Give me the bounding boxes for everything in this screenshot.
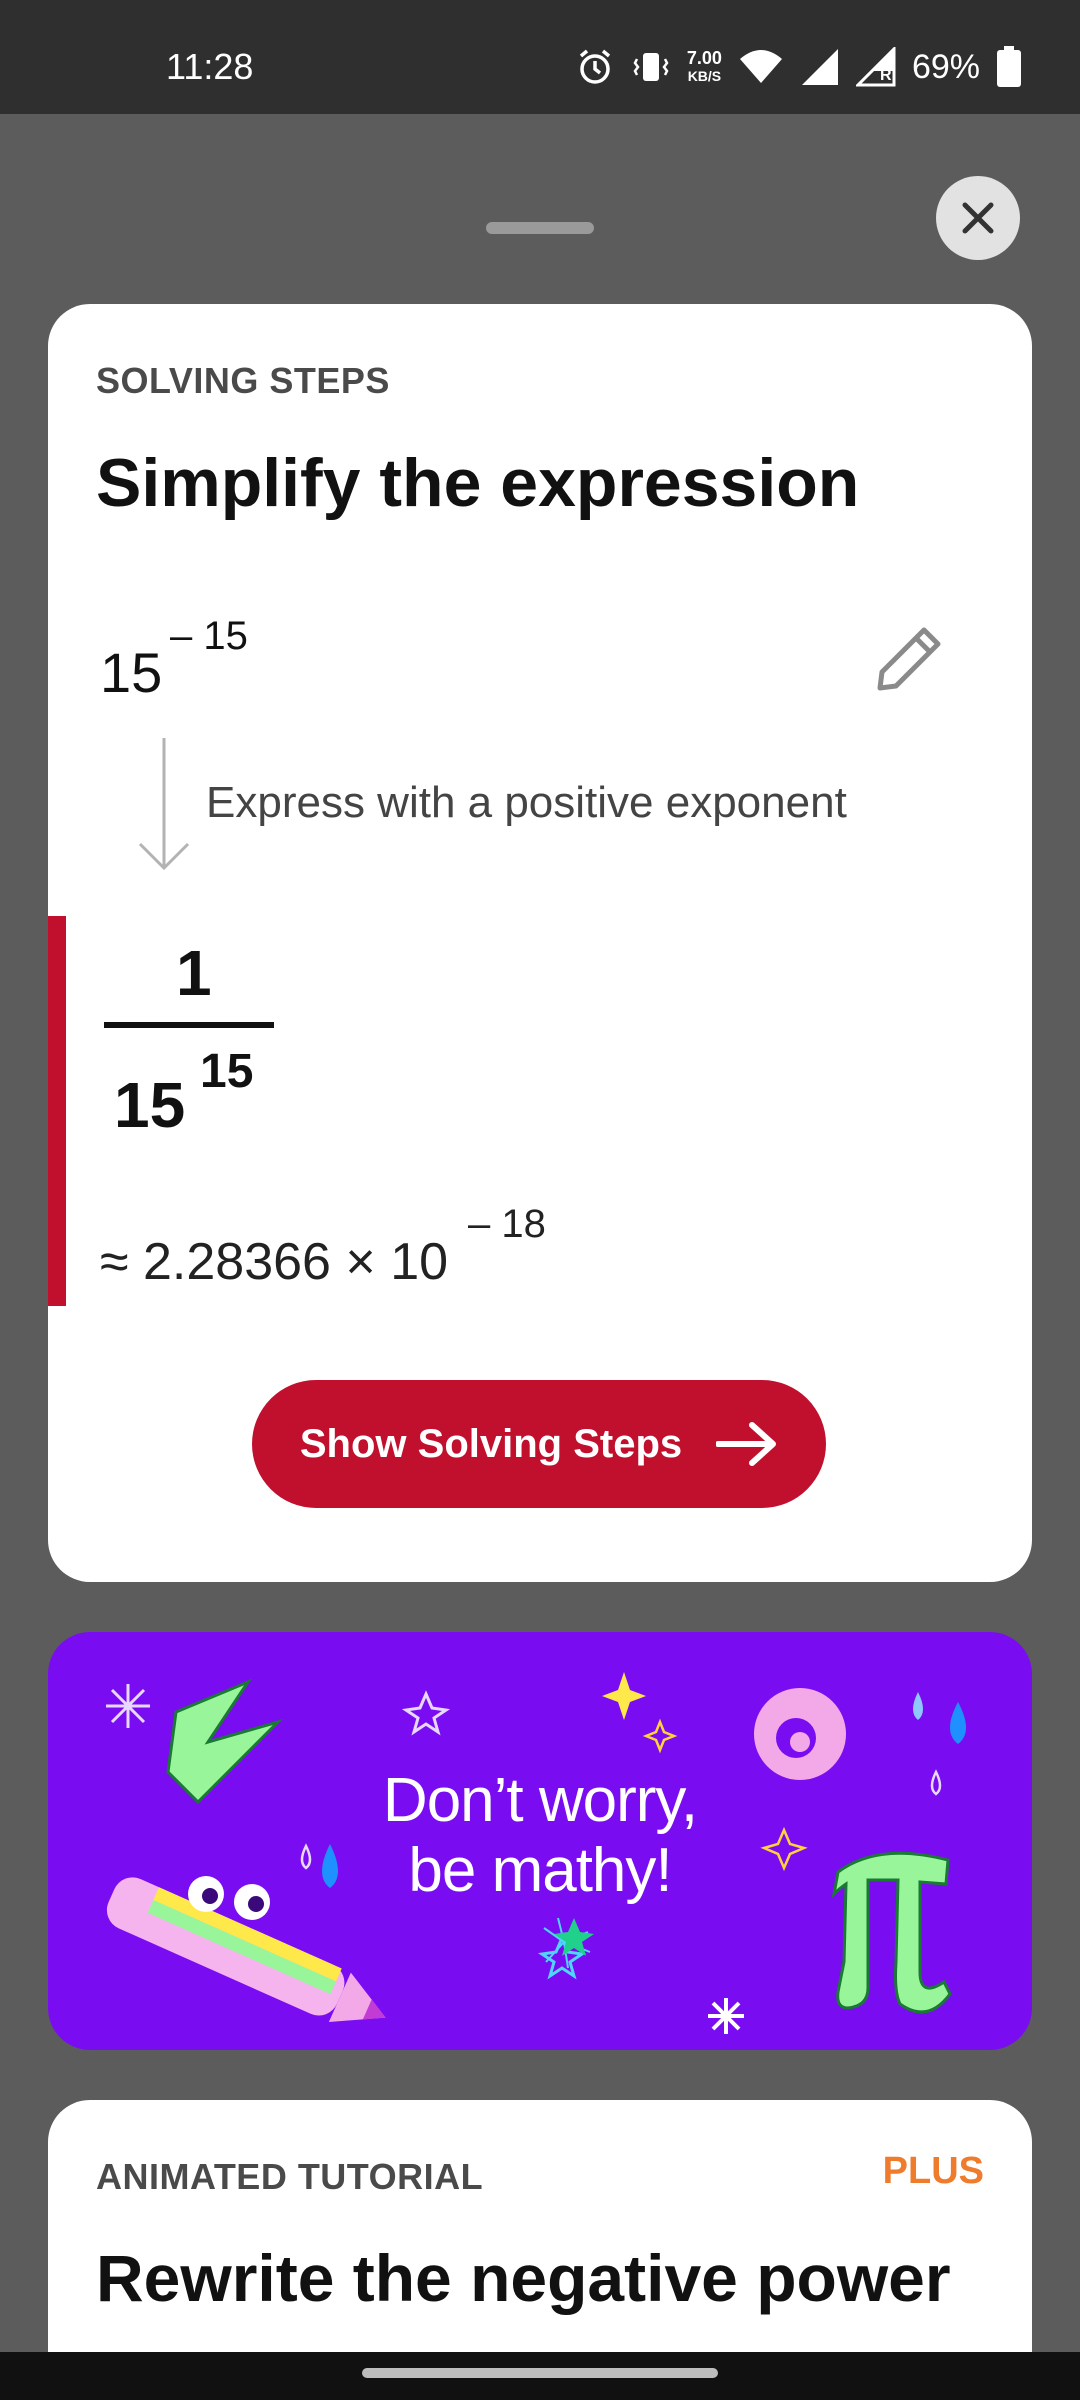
arrow-right-icon [716, 1422, 777, 1466]
approximation-exponent: – 18 [468, 1202, 546, 1246]
close-icon [962, 202, 994, 234]
expression-base: 15 [100, 641, 163, 704]
approximation: ≈ 2.28366 × 10 [100, 1233, 449, 1291]
promo-banner[interactable]: Don’t worry, be mathy! [48, 1632, 1032, 2050]
step-arrow-icon [136, 736, 192, 881]
card-title: Simplify the expression [96, 445, 860, 521]
signal-icon [800, 47, 840, 87]
promo-text: Don’t worry, be mathy! [48, 1766, 1032, 1906]
solving-steps-eyebrow: SOLVING STEPS [96, 360, 390, 401]
signal-roaming-icon: R [855, 47, 896, 87]
status-icons: 7.00 KB/S R 69% [575, 46, 1022, 88]
battery-percent: 69% [911, 47, 980, 86]
home-gesture-handle[interactable] [362, 2368, 718, 2378]
alarm-icon [575, 47, 615, 87]
step-description: Express with a positive exponent [206, 778, 847, 827]
vibrate-icon [631, 47, 671, 87]
network-speed-unit: KB/S [687, 68, 722, 84]
promo-line-1: Don’t worry, [382, 1766, 698, 1835]
result-base: 15 [114, 1069, 186, 1141]
status-time: 11:28 [166, 46, 254, 87]
battery-icon [996, 46, 1022, 88]
close-button[interactable] [936, 176, 1020, 260]
status-bar: 11:28 7.00 KB/S R 69% [0, 0, 1080, 114]
tutorial-eyebrow: ANIMATED TUTORIAL [96, 2156, 484, 2197]
wifi-icon [738, 47, 784, 87]
roaming-label: R [879, 67, 892, 84]
expression-exponent: – 15 [170, 614, 248, 658]
network-speed-value: 7.00 [686, 48, 722, 68]
sheet-drag-handle[interactable] [486, 222, 594, 234]
animated-tutorial-card[interactable]: ANIMATED TUTORIAL PLUS Rewrite the negat… [48, 2100, 1032, 2352]
result-accent-bar [48, 916, 66, 1306]
fraction-line [104, 1022, 274, 1028]
edit-button[interactable] [874, 624, 944, 699]
show-solving-steps-label: Show Solving Steps [299, 1421, 683, 1466]
pencil-icon [877, 627, 941, 691]
network-speed: 7.00 KB/S [687, 49, 722, 85]
solving-steps-card: SOLVING STEPS Simplify the expression 15… [48, 304, 1032, 1582]
result-numerator: 1 [176, 937, 212, 1009]
tutorial-title: Rewrite the negative power [96, 2241, 951, 2315]
show-solving-steps-button[interactable]: Show Solving Steps [252, 1380, 826, 1508]
plus-badge: PLUS [882, 2150, 984, 2192]
result-exponent: 15 [200, 1045, 254, 1098]
promo-line-2: be mathy! [408, 1836, 672, 1905]
